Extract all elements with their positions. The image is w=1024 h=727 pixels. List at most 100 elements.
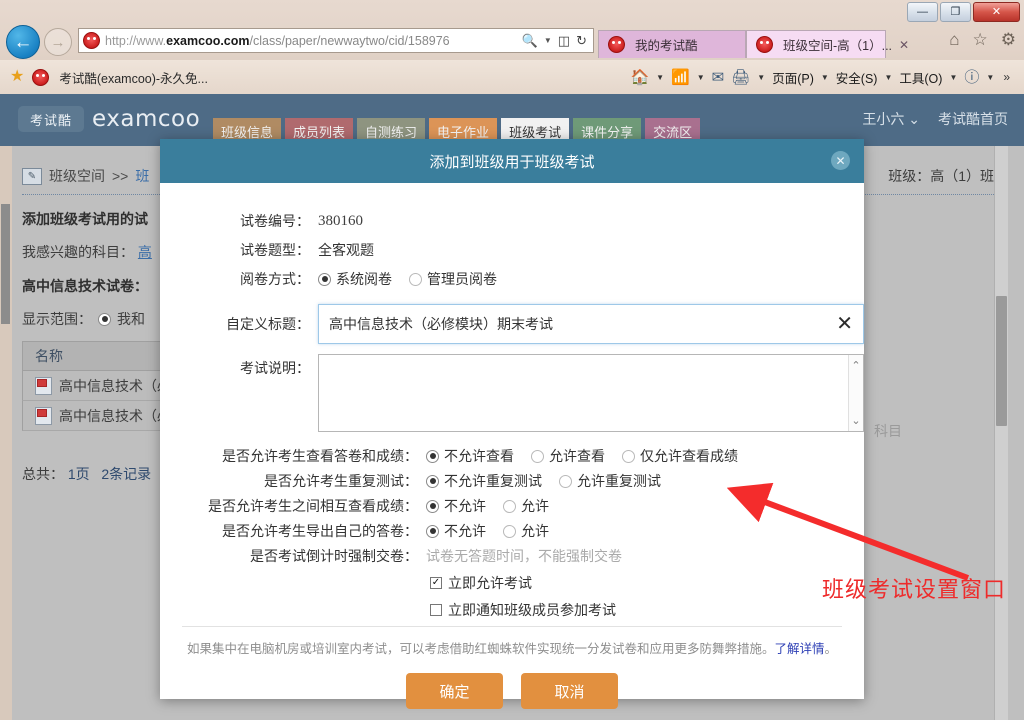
view-answers-option-0[interactable]: 不允许查看 <box>426 446 514 466</box>
menu-tools[interactable]: 工具(O) <box>899 68 942 87</box>
marking-option-system[interactable]: 系统阅卷 <box>318 269 392 289</box>
custom-title-row: 自定义标题： 高中信息技术（必修模块）期末考试 ✕ <box>160 304 864 344</box>
chevron-down-icon[interactable]: ▼ <box>884 73 892 82</box>
cancel-button[interactable]: 取消 <box>521 673 618 709</box>
chevron-down-icon[interactable]: ▼ <box>697 73 705 82</box>
exam-description-textarea[interactable]: ⌃ ⌄ <box>318 354 864 432</box>
retake-option-1[interactable]: 允许重复测试 <box>559 471 661 491</box>
radio-icon[interactable] <box>559 474 572 488</box>
browser-tab-1[interactable]: 我的考试酷 <box>598 30 746 58</box>
feeds-icon[interactable]: 📶 <box>671 70 690 85</box>
notify-members-checkbox-label: 立即通知班级成员参加考试 <box>448 602 616 618</box>
radio-icon[interactable] <box>318 272 331 286</box>
site-logo-text: examcoo <box>92 106 201 132</box>
learn-more-link[interactable]: 了解详情 <box>774 642 824 656</box>
peer-scores-option-0-label: 不允许 <box>444 498 486 514</box>
page-scrollbar-thumb[interactable] <box>996 296 1007 426</box>
menu-safety[interactable]: 安全(S) <box>836 68 878 87</box>
subject-right-text: 科目 <box>874 423 902 439</box>
favorites-command-bar: ★ 考试酷(examcoo)-永久免... 🏠 ▼ 📶 ▼ ✉ 🖨 ▼ 页面(P… <box>0 60 1024 94</box>
custom-title-label: 自定义标题： <box>226 316 310 332</box>
browser-tab-2[interactable]: 班级空间-高（1）... ✕ <box>746 30 909 58</box>
radio-icon[interactable] <box>409 272 422 286</box>
export-answers-option-0[interactable]: 不允许 <box>426 521 486 541</box>
forward-button[interactable]: → <box>44 28 72 56</box>
breadcrumb-current[interactable]: 班 <box>135 166 149 186</box>
radio-icon[interactable] <box>531 449 544 463</box>
chevron-down-icon[interactable]: ▼ <box>821 73 829 82</box>
retake-option-0[interactable]: 不允许重复测试 <box>426 471 542 491</box>
marking-option-admin[interactable]: 管理员阅卷 <box>409 269 497 289</box>
radio-icon[interactable] <box>503 499 516 513</box>
chevron-down-icon[interactable]: ▼ <box>949 73 957 82</box>
radio-icon[interactable] <box>426 449 439 463</box>
view-answers-label: 是否允许考生查看答卷和成绩： <box>222 448 418 464</box>
site-favicon-icon <box>83 32 100 49</box>
chevron-down-icon[interactable]: ⌄ <box>851 414 860 427</box>
countdown-label: 是否考试倒计时强制交卷： <box>250 548 418 564</box>
textarea-scrollbar[interactable]: ⌃ ⌄ <box>848 355 863 431</box>
search-icon[interactable]: 🔍 <box>522 33 538 49</box>
chevron-down-icon[interactable]: ▼ <box>544 36 552 45</box>
dialog-close-icon[interactable]: ✕ <box>831 151 850 170</box>
paper-id-label: 试卷编号： <box>240 213 310 229</box>
marking-option-admin-label: 管理员阅卷 <box>427 271 497 287</box>
menu-page[interactable]: 页面(P) <box>772 68 814 87</box>
subject-filter-value[interactable]: 高 <box>138 244 152 260</box>
mail-icon[interactable]: ✉ <box>712 70 725 85</box>
view-answers-option-1[interactable]: 允许查看 <box>531 446 605 466</box>
confirm-button[interactable]: 确定 <box>406 673 503 709</box>
chevron-down-icon[interactable]: ▼ <box>986 73 994 82</box>
chevron-down-icon[interactable]: ▼ <box>757 73 765 82</box>
chevron-up-icon[interactable]: ⌃ <box>851 359 860 372</box>
export-answers-option-1[interactable]: 允许 <box>503 521 549 541</box>
favorites-star-icon[interactable]: ☆ <box>973 31 988 48</box>
home-icon[interactable]: ⌂ <box>949 31 959 48</box>
custom-title-value: 高中信息技术（必修模块）期末考试 <box>329 316 553 332</box>
total-records: 2条记录 <box>101 466 152 482</box>
radio-icon[interactable] <box>426 474 439 488</box>
custom-title-input[interactable]: 高中信息技术（必修模块）期末考试 ✕ <box>318 304 864 344</box>
maximize-button[interactable]: ❐ <box>940 2 971 22</box>
favorites-star-icon[interactable]: ★ <box>10 69 24 85</box>
refresh-icon[interactable]: ↻ <box>576 33 587 49</box>
favorites-item[interactable]: 考试酷(examcoo)-永久免... <box>32 68 208 87</box>
tab-close-icon[interactable]: ✕ <box>899 38 909 52</box>
radio-icon[interactable] <box>622 449 635 463</box>
compatibility-view-icon[interactable]: ◫ <box>558 33 570 49</box>
back-button[interactable]: ← <box>6 25 40 59</box>
address-bar[interactable]: http://www.examcoo.com/class/paper/newwa… <box>78 28 594 53</box>
export-answers-option-0-label: 不允许 <box>444 523 486 539</box>
view-answers-option-2[interactable]: 仅允许查看成绩 <box>622 446 738 466</box>
peer-scores-option-0[interactable]: 不允许 <box>426 496 486 516</box>
radio-icon[interactable] <box>426 499 439 513</box>
print-icon[interactable]: 🖨 <box>731 70 750 85</box>
allow-exam-checkbox[interactable]: ✓ <box>430 577 442 589</box>
window-controls: — ❐ ✕ <box>907 2 1020 22</box>
left-rail-scroll-thumb[interactable] <box>1 204 10 324</box>
settings-gear-icon[interactable]: ⚙ <box>1001 31 1016 48</box>
notify-members-checkbox[interactable] <box>430 604 442 616</box>
display-range-radio[interactable] <box>98 312 111 326</box>
tab-favicon-icon <box>756 36 773 53</box>
peer-scores-option-1[interactable]: 允许 <box>503 496 549 516</box>
user-menu[interactable]: 王小六 ⌄ <box>862 109 920 129</box>
help-icon[interactable]: ⓘ <box>964 70 979 85</box>
home-icon[interactable]: 🏠 <box>630 70 649 85</box>
paper-type-row: 试卷题型： 全客观题 <box>160 240 864 260</box>
page-scrollbar[interactable] <box>994 146 1008 720</box>
breadcrumb-root[interactable]: 班级空间 <box>49 166 105 186</box>
allow-exam-checkbox-label: 立即允许考试 <box>448 575 532 591</box>
minimize-button[interactable]: — <box>907 2 938 22</box>
radio-icon[interactable] <box>426 524 439 538</box>
notify-members-checkbox-row[interactable]: 立即通知班级成员参加考试 <box>160 600 864 620</box>
site-home-link[interactable]: 考试酷首页 <box>938 109 1008 129</box>
chevron-down-icon[interactable]: ▼ <box>656 73 664 82</box>
list-item-label: 高中信息技术（必 <box>59 407 171 424</box>
clear-icon[interactable]: ✕ <box>836 314 853 334</box>
display-range-row: 显示范围： 我和 <box>22 309 145 329</box>
browser-nav-right: ⌂ ☆ ⚙ <box>949 31 1016 48</box>
radio-icon[interactable] <box>503 524 516 538</box>
overflow-chevrons-icon[interactable]: » <box>1003 70 1010 84</box>
close-window-button[interactable]: ✕ <box>973 2 1020 22</box>
